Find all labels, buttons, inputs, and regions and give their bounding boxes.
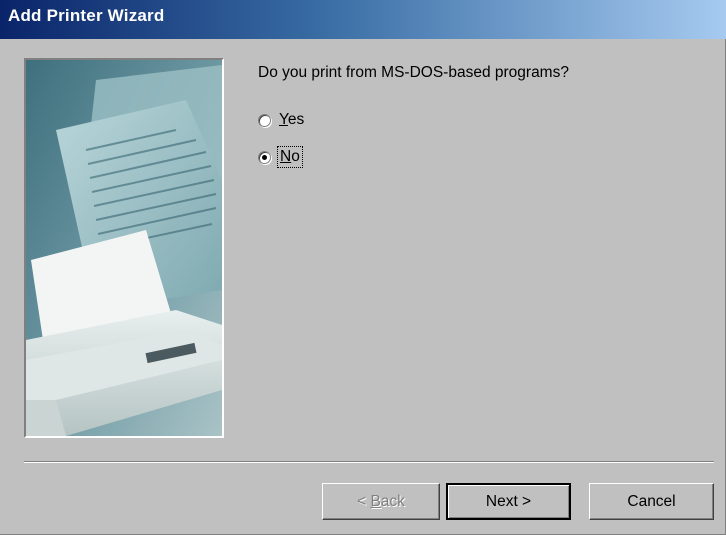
option-yes-label: Yes (279, 111, 305, 128)
question-text: Do you print from MS-DOS-based programs? (258, 64, 569, 81)
option-no[interactable]: No (258, 146, 303, 168)
back-button[interactable]: < Back (322, 483, 440, 520)
radio-yes[interactable] (258, 113, 271, 127)
option-no-label: No (277, 146, 303, 168)
cancel-button[interactable]: Cancel (589, 483, 714, 520)
radio-no[interactable] (258, 150, 271, 164)
option-yes[interactable]: Yes (258, 109, 304, 131)
separator (24, 461, 714, 463)
printer-illustration (24, 58, 224, 438)
wizard-window: Add Printer Wizard Do you print from MS-… (0, 0, 726, 535)
title-bar: Add Printer Wizard (0, 0, 726, 39)
next-button[interactable]: Next > (446, 483, 571, 520)
window-title: Add Printer Wizard (8, 6, 165, 25)
